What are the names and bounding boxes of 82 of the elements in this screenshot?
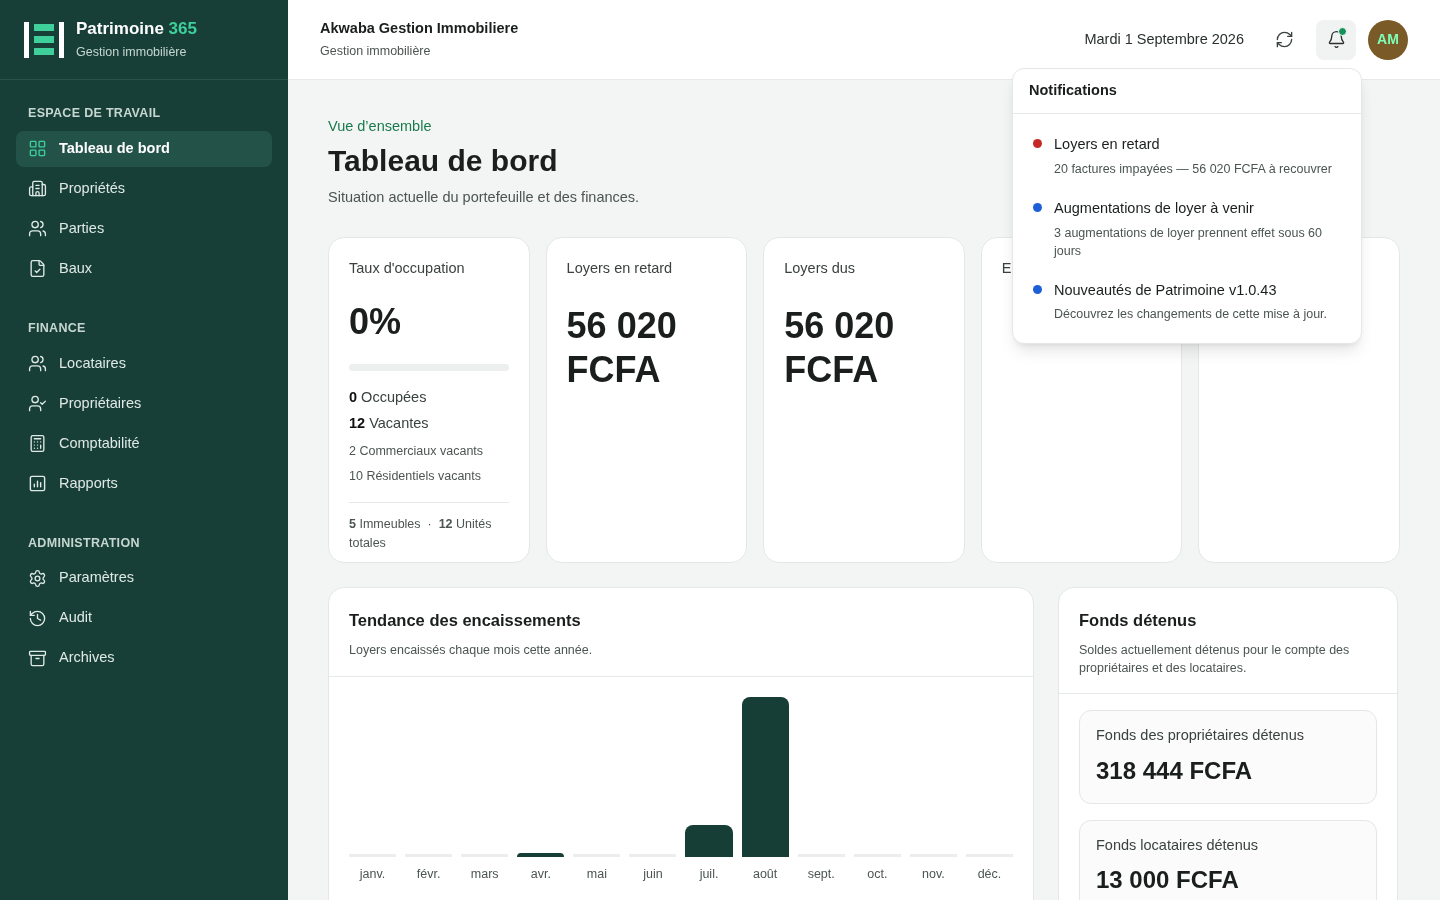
occupancy-count: 12 Vacantes (349, 413, 430, 433)
notification-body: 3 augmentations de loyer prennent effet sous 60 jours (1054, 224, 1323, 260)
building-summary: 5 Immeubles · 12 Unités totales (349, 515, 493, 552)
month-label: avr. (529, 865, 552, 883)
bar (517, 852, 565, 857)
fund-value: 13 000 FCFA (1096, 865, 1240, 896)
chart-subtitle: Loyers encaissés chaque mois cette année. (349, 641, 594, 659)
notification-title: Augmentations de loyer à venir (1054, 198, 1255, 218)
document-check-icon (28, 259, 47, 279)
month-label: déc. (976, 865, 1003, 883)
card-value: 0% (349, 303, 403, 340)
month-label: juin (642, 865, 664, 883)
page-subtitle: Situation actuelle du portefeuille et des finances. (328, 188, 640, 208)
vacancy-detail: 2 Commerciaux vacants (349, 443, 485, 461)
nav-item[interactable]: Archives (16, 640, 272, 677)
brand-name: Patrimoine 365 (76, 17, 197, 39)
notification-title: Nouveautés de Patrimoine v1.0.43 (1054, 280, 1278, 300)
notification-item[interactable]: Loyers en retard 20 factures impayées — 56 020 FCFA à recouvrer (1033, 134, 1341, 178)
month-label: mai (585, 865, 608, 883)
logo-icon (24, 20, 64, 59)
nav-item[interactable]: Locataires (16, 345, 272, 382)
funds-title: Fonds détenus (1079, 610, 1198, 631)
month-label: oct. (866, 865, 889, 883)
brand-tagline: Gestion immobilière (76, 43, 188, 61)
notification-item[interactable]: Nouveautés de Patrimoine v1.0.43 Découvrez les changements de cette mise à jour. (1033, 279, 1341, 324)
chart-title: Tendance des encaissements (349, 610, 582, 631)
section-heading: ADMINISTRATION (27, 534, 141, 552)
company-subtitle: Gestion immobilière (320, 43, 432, 60)
notification-title: Loyers en retard (1054, 135, 1161, 154)
nav-item[interactable]: Baux (16, 250, 272, 287)
archive-icon (28, 648, 47, 668)
users-icon (28, 219, 47, 239)
popover-title: Notifications (1029, 81, 1117, 101)
section-heading: ESPACE DE TRAVAIL (27, 105, 162, 122)
card-value: 56 020 FCFA (784, 303, 896, 392)
nav-item[interactable]: Audit (16, 600, 272, 637)
vacancy-detail: 10 Résidentiels vacants (349, 468, 483, 485)
month-label: août (751, 865, 779, 883)
occupancy-count: 0 Occupées (349, 387, 428, 407)
nav-item[interactable]: Paramètres (16, 560, 272, 597)
notification-item[interactable]: Augmentations de loyer à venir 3 augmentations de loyer prennent effet sous 60 jours (1033, 197, 1341, 260)
fund-label: Fonds des propriétaires détenus (1096, 725, 1305, 745)
card-title: Taux d'occupation (349, 259, 466, 278)
nav-item[interactable]: Comptabilité (16, 425, 272, 462)
dashboard-icon (28, 139, 47, 159)
nav-item[interactable]: Tableau de bord (16, 130, 272, 167)
nav-item[interactable]: Parties (16, 210, 272, 247)
month-label: sept. (806, 865, 836, 883)
nav-item[interactable]: Propriétaires (16, 385, 272, 422)
refresh-icon (1274, 30, 1294, 49)
month-label: mars (469, 865, 500, 883)
bar (685, 824, 733, 857)
funds-subtitle: Soldes actuellement détenus pour le compte des propriétaires et des locataires. (1079, 641, 1351, 677)
users-icon (28, 354, 47, 373)
history-icon (28, 608, 47, 628)
month-label: févr. (415, 865, 442, 883)
card-value: 56 020 FCFA (566, 303, 678, 392)
fund-value: 318 444 FCFA (1096, 755, 1254, 786)
user-check-icon (28, 394, 47, 413)
fund-label: Fonds locataires détenus (1096, 835, 1259, 855)
settings-icon (28, 568, 47, 588)
month-label: juil. (698, 865, 720, 883)
current-date: Mardi 1 Septembre 2026 (1084, 29, 1244, 49)
bell-icon (1326, 30, 1346, 49)
calculator-icon (28, 434, 47, 453)
page-title: Tableau de bord (328, 142, 558, 179)
nav-item[interactable]: Rapports (16, 465, 272, 502)
company-name: Akwaba Gestion Immobiliere (320, 19, 519, 39)
card-title: Loyers dus (784, 259, 857, 278)
building-icon (28, 179, 47, 199)
notifications-button[interactable] (1316, 19, 1356, 60)
month-label: nov. (921, 865, 946, 883)
card-title: E (1001, 259, 1013, 278)
card-title: Loyers en retard (566, 259, 674, 278)
notification-body: Découvrez les changements de cette mise à jour. (1054, 306, 1328, 324)
section-heading: FINANCE (27, 319, 87, 337)
notification-body: 20 factures impayées — 56 020 FCFA à recouvrer (1054, 160, 1332, 178)
nav-item[interactable]: Propriétés (16, 170, 272, 207)
user-avatar[interactable]: AM (1368, 19, 1408, 60)
bar-chart-icon (28, 474, 47, 493)
page-eyebrow: Vue d’ensemble (328, 117, 433, 136)
month-label: janv. (358, 865, 387, 883)
